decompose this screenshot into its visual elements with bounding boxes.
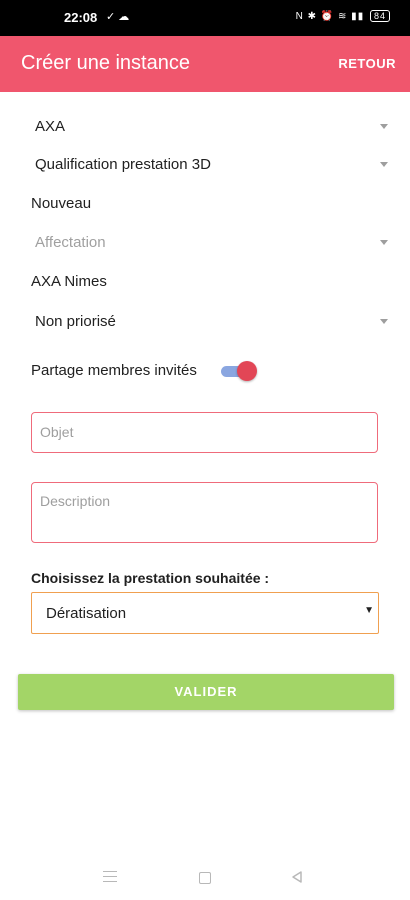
description-input[interactable] xyxy=(40,493,360,533)
status-bar: 22:08 ✓ ☁ N ✱ ⏰ ≋ ▮▮ 84 xyxy=(0,0,410,36)
system-icons: N ✱ ⏰ ≋ ▮▮ xyxy=(295,11,365,22)
status-time: 22:08 xyxy=(64,10,98,25)
assignment-dropdown[interactable]: Affectation xyxy=(35,234,388,251)
select-caret-icon: ▼ xyxy=(364,605,374,616)
company-dropdown[interactable]: AXA xyxy=(35,118,388,135)
status-system-icons: N ✱ ⏰ ≋ ▮▮ 84 xyxy=(296,10,390,22)
system-nav-bar xyxy=(0,860,410,900)
priority-value: Non priorisé xyxy=(35,313,116,330)
object-input[interactable] xyxy=(40,424,360,440)
service-type-dropdown[interactable]: Qualification prestation 3D xyxy=(35,156,388,173)
priority-dropdown[interactable]: Non priorisé xyxy=(35,313,388,330)
object-field-box xyxy=(31,412,378,453)
back-triangle-icon[interactable] xyxy=(290,870,304,884)
status-app-icons: ✓ ☁ xyxy=(106,11,130,23)
toggle-knob xyxy=(237,361,257,381)
agency-text: AXA Nimes xyxy=(31,273,107,290)
service-select[interactable]: Dératisation ▼ xyxy=(31,592,379,634)
battery-icon: 84 xyxy=(369,10,390,22)
company-value: AXA xyxy=(35,118,66,135)
service-question-label: Choisissez la prestation souhaitée : xyxy=(31,570,270,586)
back-button[interactable]: RETOUR xyxy=(338,56,396,71)
dropdown-arrow-icon xyxy=(380,240,388,245)
assignment-placeholder: Affectation xyxy=(35,234,106,251)
share-toggle[interactable] xyxy=(221,361,257,381)
submit-button[interactable]: VALIDER xyxy=(18,674,394,710)
page-title: Créer une instance xyxy=(21,52,190,74)
dropdown-arrow-icon xyxy=(380,319,388,324)
dropdown-arrow-icon xyxy=(380,124,388,129)
home-icon[interactable] xyxy=(199,872,211,884)
menu-icon[interactable] xyxy=(103,871,117,886)
app-bar: Créer une instance RETOUR xyxy=(0,36,410,92)
share-label: Partage membres invités xyxy=(31,362,197,379)
status-text: Nouveau xyxy=(31,195,92,212)
dropdown-arrow-icon xyxy=(380,162,388,167)
service-type-value: Qualification prestation 3D xyxy=(35,156,211,173)
description-field-box xyxy=(31,482,378,543)
service-select-value: Dératisation xyxy=(46,605,127,622)
